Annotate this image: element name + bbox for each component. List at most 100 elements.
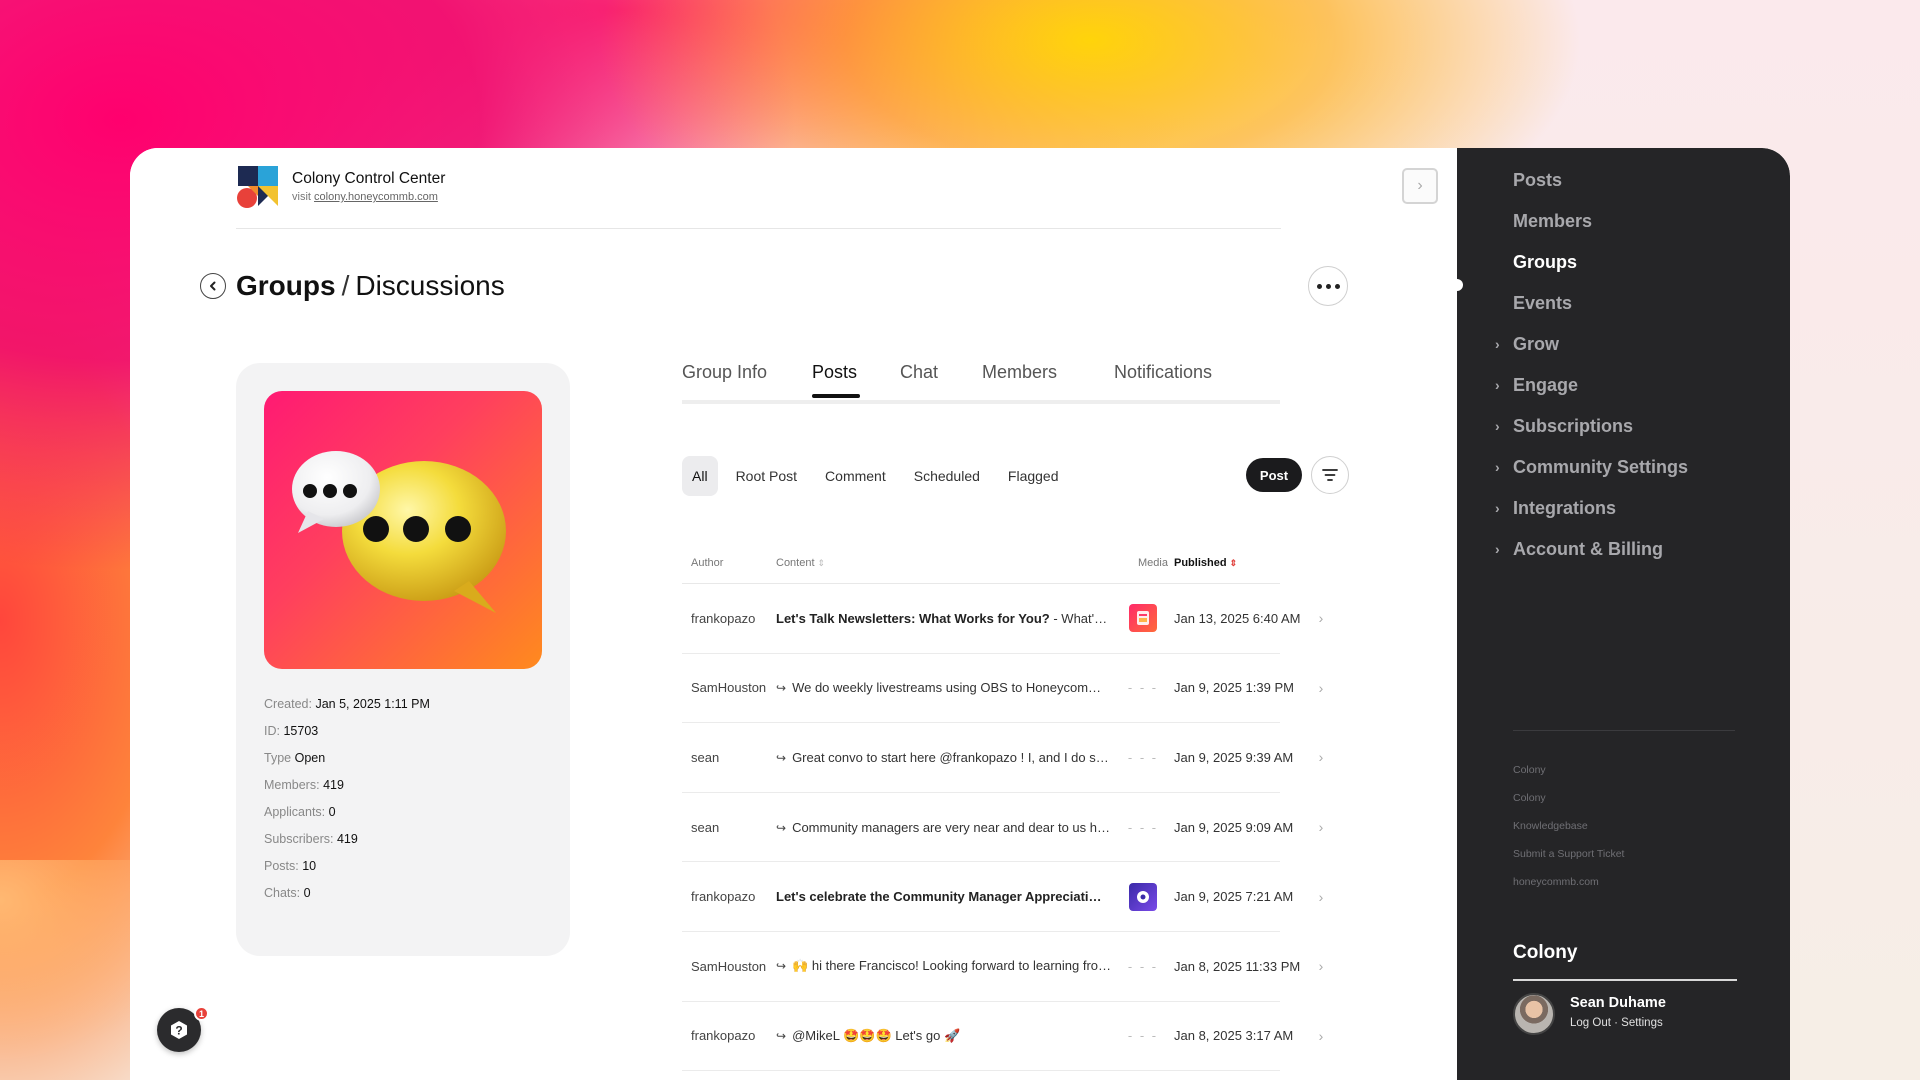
- chevron-right-icon[interactable]: ›: [1495, 459, 1500, 475]
- meta-value: Jan 5, 2025 1:11 PM: [315, 697, 430, 711]
- filter-options-button[interactable]: [1311, 456, 1349, 494]
- chevron-right-icon[interactable]: ›: [1495, 541, 1500, 557]
- sidebar-link[interactable]: Colony: [1513, 784, 1624, 812]
- visit-link[interactable]: colony.honeycommb.com: [314, 191, 438, 203]
- post-content-text: ↪ We do weekly livestreams using OBS to H…: [776, 680, 1114, 695]
- meta-row: Created: Jan 5, 2025 1:11 PM: [264, 691, 430, 718]
- column-content[interactable]: Content ⇕: [776, 557, 825, 569]
- post-published: Jan 9, 2025 7:21 AM: [1174, 889, 1294, 905]
- breadcrumb: Groups / Discussions: [236, 270, 505, 302]
- chevron-right-icon[interactable]: ›: [1314, 1002, 1328, 1071]
- table-row[interactable]: SamHouston ↪ 🙌 hi there Francisco! Looking…: [682, 932, 1323, 1002]
- chevron-right-icon[interactable]: ›: [1495, 336, 1500, 352]
- svg-text:?: ?: [175, 1024, 182, 1038]
- post-title: Let's celebrate the Community Manager Ap…: [776, 889, 1102, 905]
- chevron-right-icon[interactable]: ›: [1314, 932, 1328, 1001]
- column-author[interactable]: Author: [691, 557, 723, 569]
- chevron-right-icon[interactable]: ›: [1314, 793, 1328, 862]
- table-row[interactable]: sean ↪ Great convo to start here @frankopa…: [682, 723, 1323, 793]
- tab-chat[interactable]: Chat: [900, 362, 938, 383]
- settings-link[interactable]: Settings: [1621, 1017, 1663, 1029]
- sidebar-link[interactable]: Submit a Support Ticket: [1513, 840, 1624, 868]
- post-title: Let's Talk Newsletters: What Works for Y…: [776, 610, 1050, 626]
- avatar[interactable]: [1513, 993, 1555, 1035]
- column-published[interactable]: Published ⇕: [1174, 557, 1237, 569]
- table-row[interactable]: frankopazo ↪ @MikeL 🤩🤩🤩 Let's go 🚀 - - - Jan…: [682, 1002, 1323, 1072]
- chevron-right-icon[interactable]: ›: [1495, 500, 1500, 516]
- meta-value: 0: [328, 805, 336, 819]
- tab-group-info[interactable]: Group Info: [682, 362, 767, 383]
- table-row[interactable]: frankopazo Let's celebrate the Community …: [682, 862, 1323, 932]
- meta-value: 10: [302, 859, 317, 873]
- more-options-button[interactable]: [1308, 266, 1348, 306]
- chevron-right-icon[interactable]: ›: [1314, 584, 1328, 653]
- sort-desc-icon: ⇕: [1229, 558, 1238, 568]
- filter-root-post[interactable]: Root Post: [726, 456, 807, 496]
- filter-scheduled[interactable]: Scheduled: [904, 456, 990, 496]
- chevron-right-icon[interactable]: ›: [1495, 377, 1500, 393]
- user-links: Log Out · Settings: [1570, 1017, 1663, 1029]
- back-button[interactable]: [200, 273, 226, 299]
- meta-row: ID: 15703: [264, 718, 430, 745]
- post-author[interactable]: frankopazo: [691, 1002, 771, 1071]
- chevron-right-icon[interactable]: ›: [1495, 418, 1500, 434]
- new-post-button[interactable]: Post: [1246, 458, 1302, 492]
- sidebar-link[interactable]: honeycommb.com: [1513, 868, 1624, 896]
- log-out-link[interactable]: Log Out: [1570, 1017, 1611, 1029]
- filter-flagged[interactable]: Flagged: [998, 456, 1069, 496]
- post-content: ↪ 🙌 hi there Francisco! Looking forward t…: [776, 932, 1114, 1001]
- sidebar-item-events[interactable]: Events: [1513, 293, 1572, 314]
- post-author[interactable]: SamHouston: [691, 654, 771, 723]
- chevron-right-icon[interactable]: ›: [1314, 654, 1328, 723]
- post-author[interactable]: frankopazo: [691, 584, 771, 653]
- post-content-text: ↪ Great convo to start here @frankopazo !…: [776, 750, 1114, 765]
- post-published: Jan 9, 2025 1:39 PM: [1174, 680, 1294, 696]
- sidebar-item-subscriptions[interactable]: Subscriptions: [1513, 416, 1633, 437]
- breadcrumb-parent[interactable]: Groups: [236, 270, 336, 301]
- tab-posts[interactable]: Posts: [812, 362, 857, 383]
- column-published-label: Published: [1174, 557, 1227, 569]
- sidebar-link[interactable]: Colony: [1513, 756, 1624, 784]
- tab-members[interactable]: Members: [982, 362, 1057, 383]
- sidebar-item-account-billing[interactable]: Account & Billing: [1513, 539, 1663, 560]
- tab-notifications[interactable]: Notifications: [1114, 362, 1212, 383]
- table-row[interactable]: frankopazo Let's Talk Newsletters: What W…: [682, 584, 1323, 654]
- post-published: Jan 8, 2025 11:33 PM: [1174, 958, 1301, 974]
- group-info-card: Created: Jan 5, 2025 1:11 PM ID: 15703 Typ…: [236, 363, 570, 956]
- sidebar-item-community-settings[interactable]: Community Settings: [1513, 457, 1688, 478]
- media-thumbnail[interactable]: [1129, 882, 1157, 911]
- notification-badge: 1: [194, 1006, 209, 1021]
- filter-comment[interactable]: Comment: [815, 456, 896, 496]
- post-content: ↪ Community managers are very near and de…: [776, 793, 1114, 862]
- filter-all[interactable]: All: [682, 456, 718, 496]
- meta-value: 419: [336, 832, 358, 846]
- sidebar-item-posts[interactable]: Posts: [1513, 170, 1562, 191]
- sidebar-link[interactable]: Knowledgebase: [1513, 812, 1624, 840]
- post-author[interactable]: frankopazo: [691, 862, 771, 931]
- chevron-right-icon[interactable]: ›: [1314, 723, 1328, 792]
- reply-icon: ↪: [776, 750, 787, 765]
- post-published: Jan 8, 2025 3:17 AM: [1174, 1028, 1294, 1044]
- post-excerpt: - What'…: [1049, 610, 1108, 626]
- sidebar-item-grow[interactable]: Grow: [1513, 334, 1559, 355]
- post-media: - - -: [1127, 819, 1159, 835]
- table-row[interactable]: sean ↪ Community managers are very near an…: [682, 793, 1323, 863]
- post-media: [1125, 862, 1161, 931]
- sidebar-item-engage[interactable]: Engage: [1513, 375, 1578, 396]
- post-media: [1125, 584, 1161, 653]
- post-author[interactable]: SamHouston: [691, 932, 771, 1001]
- media-thumbnail[interactable]: [1129, 604, 1157, 633]
- page-title: Discussions: [355, 270, 505, 301]
- sidebar-item-groups[interactable]: Groups: [1513, 252, 1577, 273]
- sidebar-item-integrations[interactable]: Integrations: [1513, 498, 1616, 519]
- post-author[interactable]: sean: [691, 723, 771, 792]
- sidebar-item-members[interactable]: Members: [1513, 211, 1592, 232]
- post-content-text: Let's Talk Newsletters: What Works for Y…: [776, 611, 1114, 626]
- table-row[interactable]: SamHouston ↪ We do weekly livestreams usin…: [682, 654, 1323, 724]
- post-author[interactable]: sean: [691, 793, 771, 862]
- chevron-right-icon[interactable]: ›: [1314, 862, 1328, 931]
- meta-row: Subscribers: 419: [264, 826, 430, 853]
- help-icon: ?: [171, 1021, 187, 1039]
- collapse-sidebar-button[interactable]: ›: [1402, 168, 1438, 204]
- meta-row: Type Open: [264, 745, 430, 772]
